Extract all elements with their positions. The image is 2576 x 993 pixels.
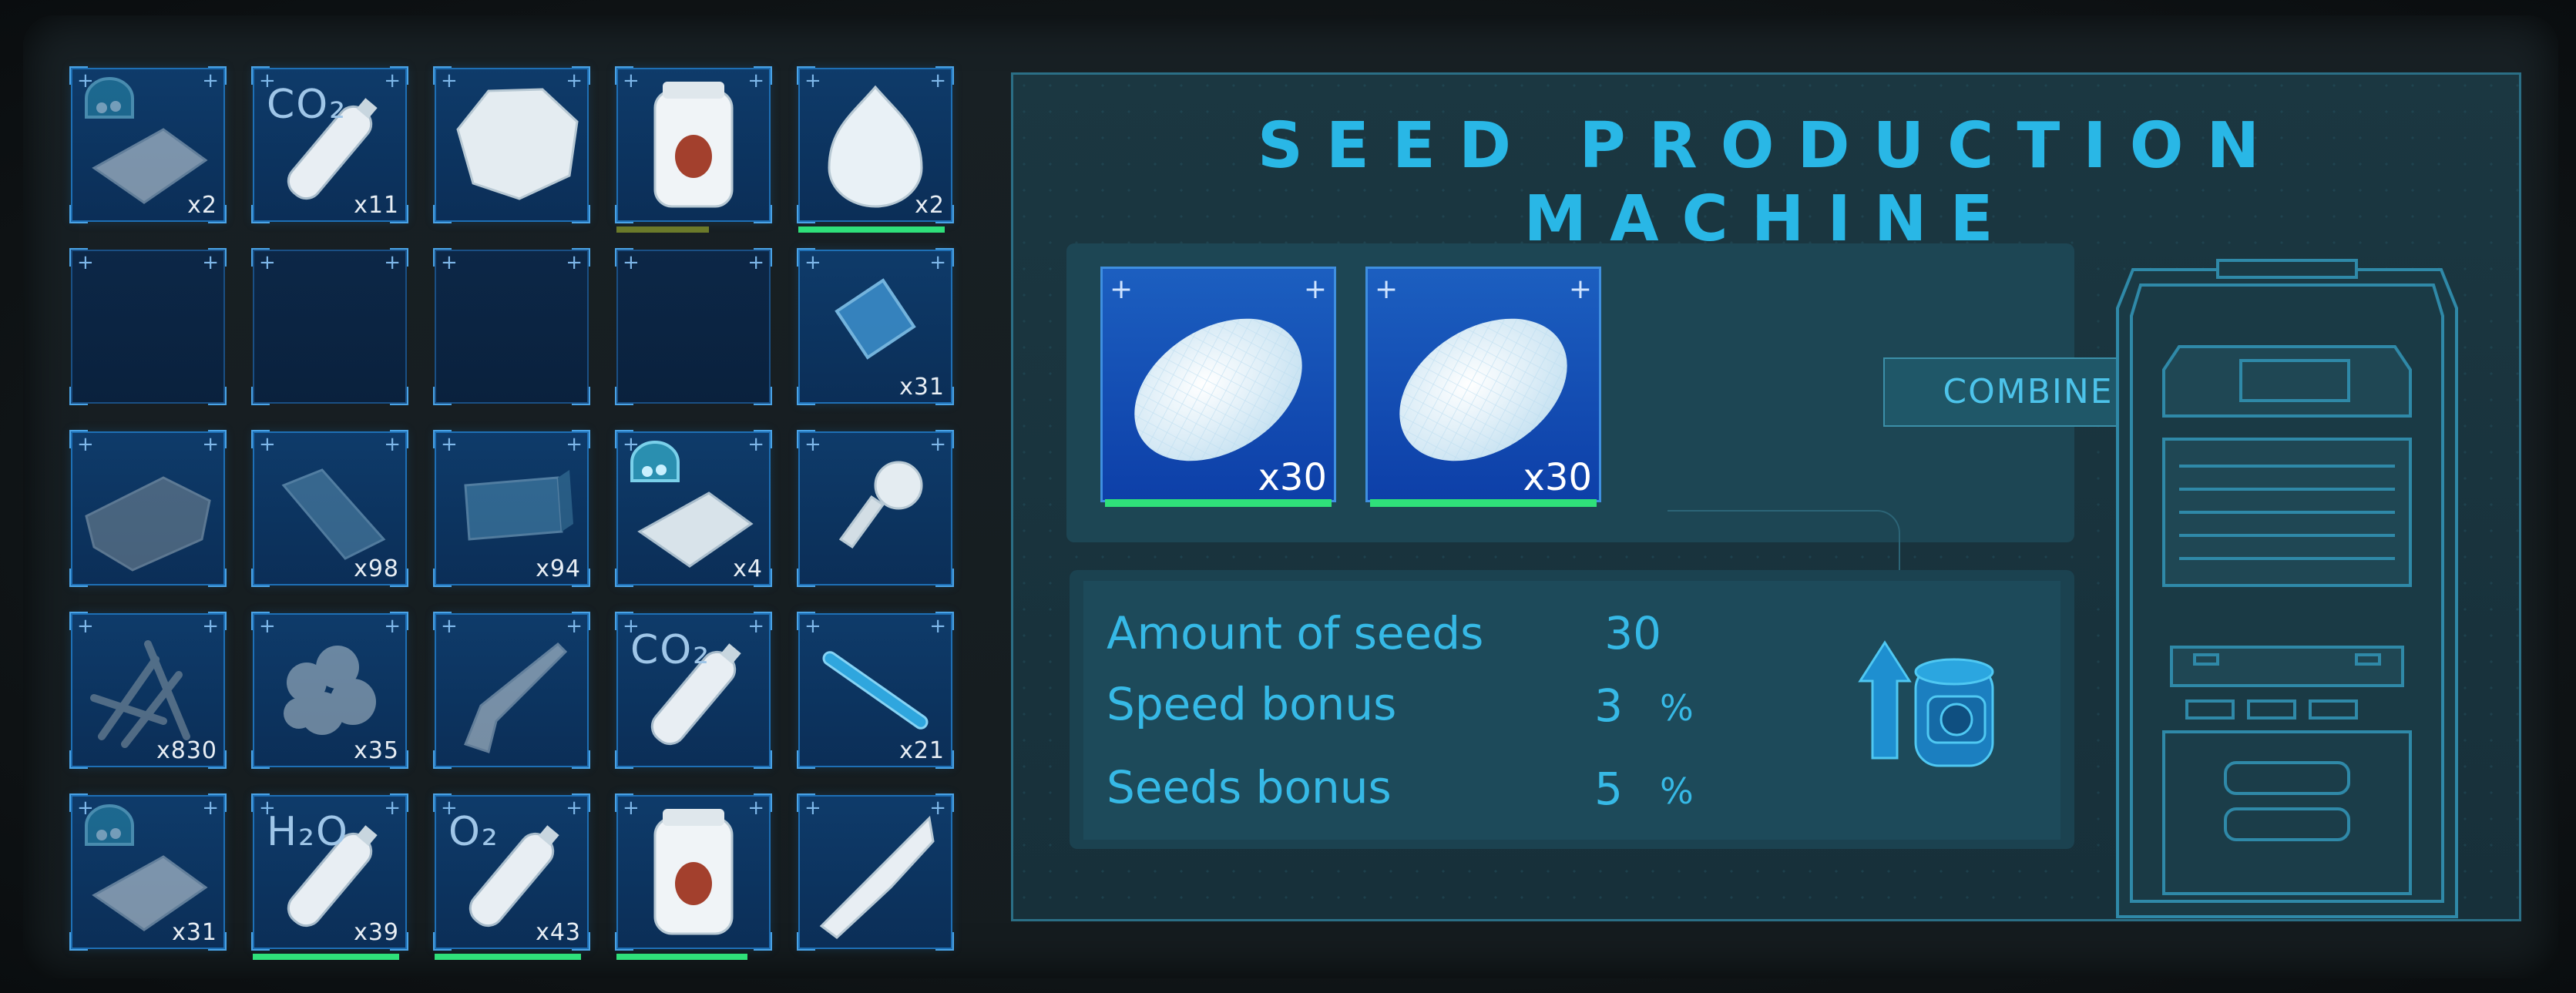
upgrade-canister-icon bbox=[1858, 640, 1994, 767]
stats-inner: Amount of seeds 30 Speed bonus 3 % Seeds… bbox=[1083, 581, 2060, 840]
food-jar-icon bbox=[653, 82, 734, 208]
plus-icon: + bbox=[1303, 273, 1327, 305]
item-label: CO₂ bbox=[630, 627, 711, 673]
input-slot-2[interactable]: + + x30 bbox=[1365, 267, 1601, 507]
item-quantity: x11 bbox=[354, 192, 399, 219]
item-quantity: x830 bbox=[156, 737, 217, 764]
inventory-slot-2-5[interactable]: + + x31 bbox=[797, 248, 954, 405]
item-durability-bar bbox=[798, 226, 945, 233]
item-quantity: x98 bbox=[354, 555, 399, 582]
inventory-slot-1-5[interactable]: + + x2 bbox=[797, 66, 954, 233]
metal-sheet-icon bbox=[85, 476, 211, 572]
blade-tool-icon bbox=[819, 815, 935, 939]
inventory-slot-1-3[interactable]: + + bbox=[433, 66, 590, 223]
item-quantity: x31 bbox=[899, 374, 945, 401]
item-quantity: x31 bbox=[172, 919, 217, 946]
inventory-slot-4-2[interactable]: + + x35 bbox=[251, 612, 408, 769]
input-slot-1[interactable]: + + x30 bbox=[1100, 267, 1336, 507]
plus-icon: + bbox=[259, 251, 276, 274]
item-quantity: x4 bbox=[733, 555, 763, 582]
inventory-slot-1-1[interactable]: + + x2 bbox=[69, 66, 227, 223]
plus-icon: + bbox=[747, 251, 764, 274]
inventory-slot-5-5[interactable]: + + bbox=[797, 793, 954, 951]
seed-machine-icon bbox=[2116, 259, 2458, 918]
inventory-slot-4-4[interactable]: + + CO₂ bbox=[615, 612, 772, 769]
sprinkler-icon bbox=[838, 461, 923, 549]
item-quantity: x39 bbox=[354, 919, 399, 946]
item-durability-bar bbox=[616, 954, 747, 960]
inventory-slot-5-3[interactable]: + + O₂ x43 bbox=[433, 793, 590, 960]
inventory-slot-2-3[interactable]: + + bbox=[433, 248, 590, 405]
stats-area: Amount of seeds 30 Speed bonus 3 % Seeds… bbox=[1070, 570, 2074, 849]
item-durability-bar bbox=[616, 226, 709, 233]
stat-value-speed: 3 bbox=[1594, 679, 1623, 732]
inventory-slot-5-1[interactable]: + + x31 bbox=[69, 793, 227, 951]
inventory-slot-3-4[interactable]: + + x4 bbox=[615, 430, 772, 587]
food-jar-icon bbox=[653, 809, 734, 935]
plus-icon: + bbox=[623, 251, 640, 274]
item-quantity: x43 bbox=[536, 919, 581, 946]
plus-icon: + bbox=[384, 251, 401, 274]
inventory-slot-3-3[interactable]: + + x94 bbox=[433, 430, 590, 587]
slot-quantity: x30 bbox=[1258, 456, 1327, 499]
item-label: O₂ bbox=[448, 809, 499, 855]
stat-value-amount: 30 bbox=[1604, 607, 1661, 659]
stat-label-speed: Speed bonus bbox=[1107, 678, 1397, 730]
inventory-slot-4-1[interactable]: + + x830 bbox=[69, 612, 227, 769]
inventory-slot-5-2[interactable]: + + H₂O x39 bbox=[251, 793, 408, 960]
slot-quantity: x30 bbox=[1523, 456, 1592, 499]
inventory-slot-5-4[interactable]: + + bbox=[615, 793, 772, 960]
item-label: H₂O bbox=[267, 809, 349, 855]
stat-label-amount: Amount of seeds bbox=[1107, 607, 1484, 659]
inventory-slot-3-5[interactable]: + + bbox=[797, 430, 954, 587]
plus-icon: + bbox=[566, 251, 583, 274]
stat-unit-speed: % bbox=[1660, 687, 1694, 729]
inventory-slot-4-3[interactable]: + + bbox=[433, 612, 590, 769]
slot-progress-bar bbox=[1370, 499, 1597, 507]
plus-icon: + bbox=[77, 251, 94, 274]
seed-machine-panel: SEED PRODUCTION MACHINE + + x30 + + x30 … bbox=[1011, 72, 2521, 921]
plus-icon: + bbox=[1375, 273, 1399, 305]
rock-ore-icon bbox=[456, 88, 579, 200]
item-quantity: x2 bbox=[915, 192, 945, 219]
plus-icon: + bbox=[1568, 273, 1592, 305]
slot-progress-bar bbox=[1105, 499, 1332, 507]
stat-label-seeds: Seeds bonus bbox=[1107, 761, 1392, 814]
combine-area: + + x30 + + x30 COMBINE bbox=[1066, 243, 2173, 636]
plus-icon: + bbox=[202, 251, 219, 274]
item-quantity: x2 bbox=[187, 192, 217, 219]
item-quantity: x35 bbox=[354, 737, 399, 764]
plus-icon: + bbox=[1110, 273, 1134, 305]
panel-title: SEED PRODUCTION MACHINE bbox=[1257, 109, 2283, 256]
inventory-slot-4-5[interactable]: + + x21 bbox=[797, 612, 954, 769]
item-durability-bar bbox=[435, 954, 581, 960]
plus-icon: + bbox=[441, 251, 458, 274]
item-label: CO₂ bbox=[267, 82, 348, 128]
inventory-slot-3-1[interactable]: + + bbox=[69, 430, 227, 587]
drill-tool-icon bbox=[464, 642, 568, 753]
inventory-slot-2-4[interactable]: + + bbox=[615, 248, 772, 405]
stat-unit-seeds: % bbox=[1660, 770, 1694, 812]
inventory-slot-1-2[interactable]: + + CO₂ x11 bbox=[251, 66, 408, 223]
item-quantity: x21 bbox=[899, 737, 945, 764]
inventory-slot-3-2[interactable]: + + x98 bbox=[251, 430, 408, 587]
inventory-slot-2-2[interactable]: + + bbox=[251, 248, 408, 405]
item-durability-bar bbox=[253, 954, 399, 960]
item-quantity: x94 bbox=[536, 555, 581, 582]
inventory-slot-2-1[interactable]: + + bbox=[69, 248, 227, 405]
inventory-grid: + + x2 + + CO₂ x11 + + + + + + x2 + + + + + + + + + + x31 + + + + x98… bbox=[69, 66, 954, 960]
inventory-slot-1-4[interactable]: + + bbox=[615, 66, 772, 233]
stat-value-seeds: 5 bbox=[1594, 763, 1623, 815]
